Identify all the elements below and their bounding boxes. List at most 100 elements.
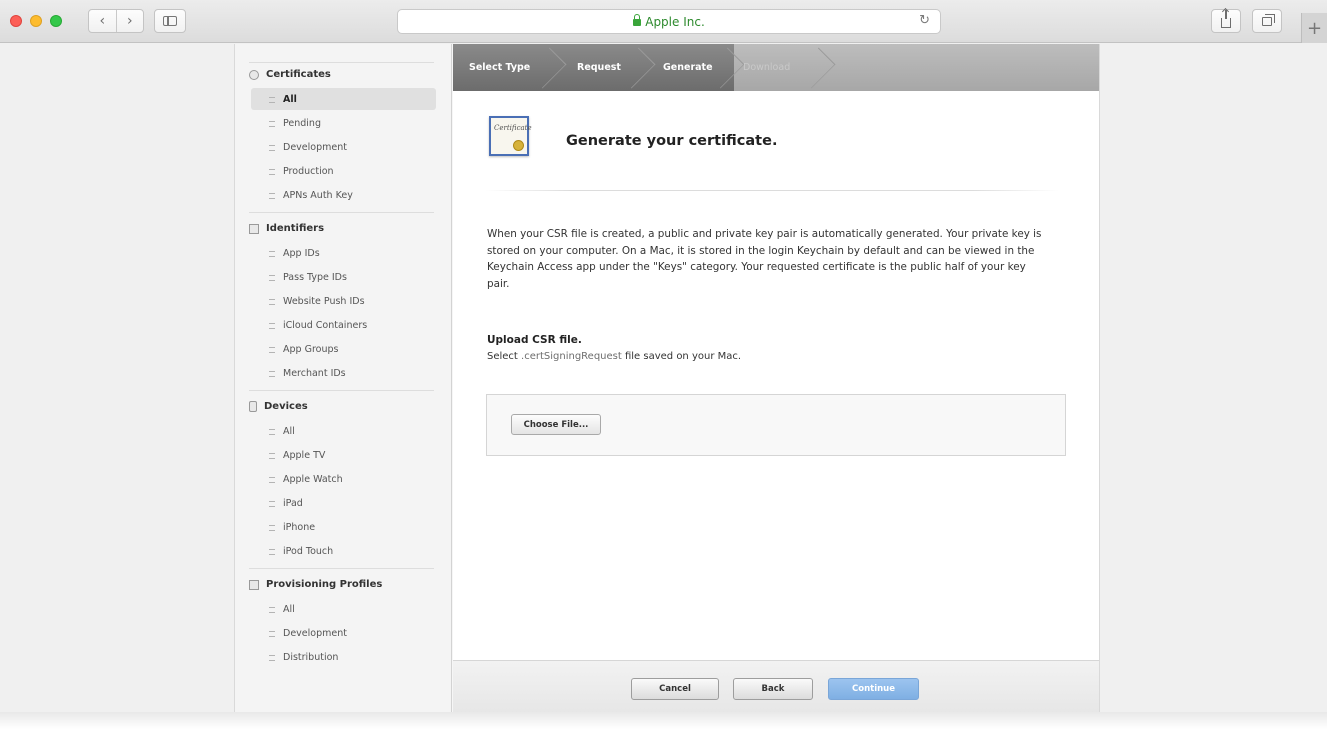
sidebar-item-app-groups[interactable]: App Groups (251, 338, 436, 360)
sidebar-item-label: APNs Auth Key (283, 189, 353, 201)
section-title: Identifiers (266, 223, 325, 234)
sidebar-item-development[interactable]: Development (251, 136, 436, 158)
sidebar-item-label: iPhone (283, 521, 316, 533)
lock-icon (633, 14, 642, 26)
sidebar-item-label: App IDs (283, 247, 320, 259)
sidebar-section-identifiers[interactable]: Identifiers (249, 223, 324, 234)
sidebar-item-pending[interactable]: Pending (251, 112, 436, 134)
sidebar-item-profiles-development[interactable]: Development (251, 622, 436, 644)
upload-sub-suffix: file saved on your Mac. (621, 351, 742, 362)
sidebar-item-label: Apple TV (283, 449, 326, 461)
certificate-badge-icon: Certificate (489, 116, 532, 156)
sidebar-toggle-button[interactable] (154, 9, 186, 33)
sidebar-item-label: iPad (283, 497, 303, 509)
step-select-type: Select Type (469, 62, 531, 73)
step-generate: Generate (663, 62, 713, 73)
address-bar[interactable]: Apple Inc. ↻ (397, 9, 941, 34)
sidebar-item-label: Development (283, 627, 347, 639)
sidebar-section-devices[interactable]: Devices (249, 401, 308, 412)
maximize-window-button[interactable] (50, 15, 62, 27)
sidebar-item-label: All (283, 93, 297, 105)
sidebar-divider (249, 212, 434, 213)
step-download: Download (743, 62, 791, 73)
sidebar-divider (249, 62, 434, 63)
sidebar-item-distribution[interactable]: Distribution (251, 646, 436, 668)
sidebar-divider (249, 390, 434, 391)
back-button[interactable]: Back (733, 678, 813, 700)
sidebar-item-apple-tv[interactable]: Apple TV (251, 444, 436, 466)
section-title: Devices (264, 401, 308, 412)
sidebar-item-label: iCloud Containers (283, 319, 368, 331)
choose-file-button[interactable]: Choose File... (511, 414, 601, 435)
sidebar-item-label: All (283, 603, 295, 615)
tabs-icon (1262, 13, 1275, 26)
sidebar-item-website-push-ids[interactable]: Website Push IDs (251, 290, 436, 312)
browser-toolbar: ‹ › Apple Inc. ↻ + (0, 0, 1327, 43)
identifier-icon (249, 223, 259, 234)
sidebar-item-app-ids[interactable]: App IDs (251, 242, 436, 264)
file-extension-text: .certSigningRequest (521, 351, 622, 362)
sidebar-item-label: Merchant IDs (283, 367, 346, 379)
badge-script: Certificate (494, 124, 532, 132)
sidebar-item-label: iPod Touch (283, 545, 334, 557)
new-tab-button[interactable]: + (1301, 13, 1327, 43)
sidebar-item-ipod-touch[interactable]: iPod Touch (251, 540, 436, 562)
sidebar-item-icloud-containers[interactable]: iCloud Containers (251, 314, 436, 336)
back-nav-button[interactable]: ‹ (89, 10, 116, 32)
step-separator-icon (723, 44, 741, 91)
sidebar-item-label: Apple Watch (283, 473, 343, 485)
sidebar-item-merchant-ids[interactable]: Merchant IDs (251, 362, 436, 384)
web-page: Certificates All Pending Development Pro… (0, 44, 1327, 716)
sidebar-item-devices-all[interactable]: All (251, 420, 436, 442)
back-forward-group: ‹ › (88, 9, 144, 33)
browser-window: ‹ › Apple Inc. ↻ + Certificates All Pend… (0, 0, 1327, 729)
step-separator-icon (814, 44, 832, 91)
sidebar-item-label: Distribution (283, 651, 339, 663)
sidebar-item-label: Pass Type IDs (283, 271, 347, 283)
continue-button[interactable]: Continue (828, 678, 919, 700)
share-icon (1221, 10, 1231, 28)
sidebar-item-apple-watch[interactable]: Apple Watch (251, 468, 436, 490)
sidebar-item-label: Development (283, 141, 347, 153)
sidebar-item-certificates-all[interactable]: All (251, 88, 436, 110)
sidebar-item-label: Production (283, 165, 334, 177)
upload-heading: Upload CSR file. (487, 334, 582, 346)
share-button[interactable] (1211, 9, 1241, 33)
step-separator-icon (634, 44, 652, 91)
sidebar-divider (249, 568, 434, 569)
show-tabs-button[interactable] (1252, 9, 1282, 33)
main-panel: Select Type Request Generate Download Ce… (453, 44, 1099, 715)
sidebar-section-certificates[interactable]: Certificates (249, 69, 331, 80)
page-title: Generate your certificate. (566, 133, 778, 149)
cancel-button[interactable]: Cancel (631, 678, 719, 700)
upload-instructions: Select .certSigningRequest file saved on… (487, 351, 741, 362)
address-text: Apple Inc. (645, 14, 705, 29)
sidebar-section-provisioning-profiles[interactable]: Provisioning Profiles (249, 579, 382, 590)
minimize-window-button[interactable] (30, 15, 42, 27)
reload-icon[interactable]: ↻ (919, 13, 930, 28)
section-title: Certificates (266, 69, 331, 80)
step-request: Request (577, 62, 621, 73)
window-bottom-shadow (0, 712, 1327, 729)
sidebar-item-apns-auth-key[interactable]: APNs Auth Key (251, 184, 436, 206)
sidebar-item-profiles-all[interactable]: All (251, 598, 436, 620)
sidebar-item-production[interactable]: Production (251, 160, 436, 182)
sidebar-icon (163, 16, 177, 26)
description-text: When your CSR file is created, a public … (487, 228, 1042, 290)
step-separator-icon (545, 44, 563, 91)
upload-sub-prefix: Select (487, 351, 522, 362)
certificate-icon (249, 69, 259, 80)
wizard-footer: Cancel Back Continue (453, 660, 1099, 715)
sidebar-item-iphone[interactable]: iPhone (251, 516, 436, 538)
sidebar-item-label: App Groups (283, 343, 339, 355)
section-divider (485, 190, 1059, 191)
section-title: Provisioning Profiles (266, 579, 383, 590)
sidebar: Certificates All Pending Development Pro… (235, 44, 452, 715)
sidebar-item-label: Pending (283, 117, 321, 129)
developer-portal: Certificates All Pending Development Pro… (234, 44, 1100, 716)
sidebar-item-ipad[interactable]: iPad (251, 492, 436, 514)
sidebar-item-pass-type-ids[interactable]: Pass Type IDs (251, 266, 436, 288)
wizard-steps: Select Type Request Generate Download (453, 44, 1099, 91)
close-window-button[interactable] (10, 15, 22, 27)
forward-nav-button[interactable]: › (115, 10, 144, 32)
